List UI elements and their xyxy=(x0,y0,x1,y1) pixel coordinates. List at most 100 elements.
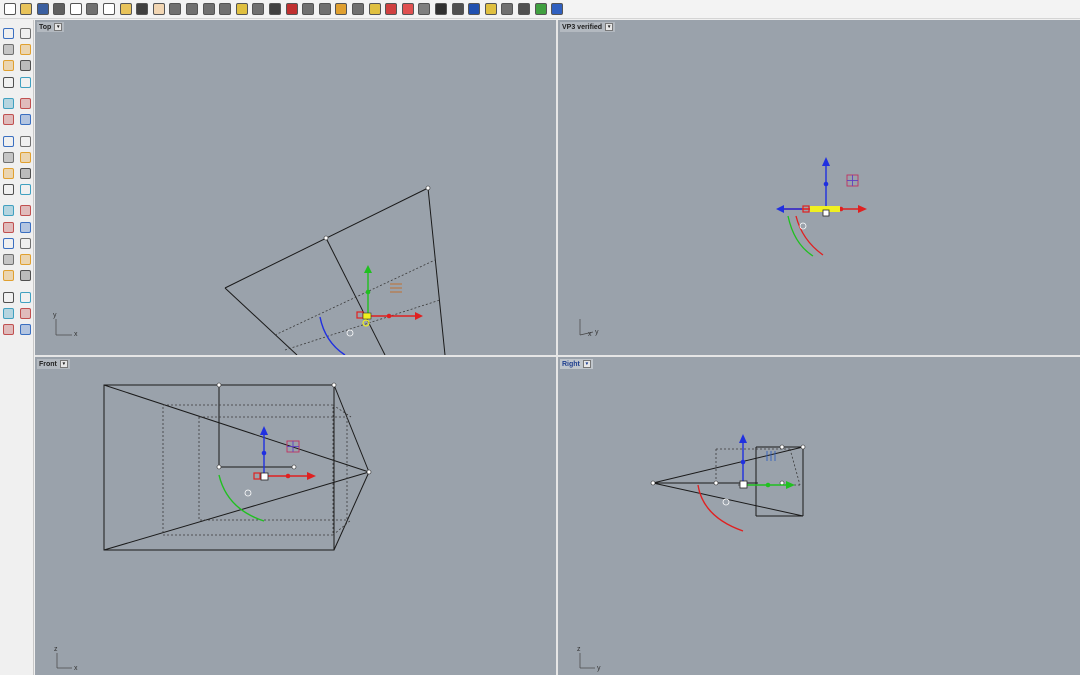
gumball-front xyxy=(253,426,316,481)
settings-button[interactable] xyxy=(500,2,515,17)
split-tool-button[interactable] xyxy=(18,182,33,197)
zoom-extents-button[interactable] xyxy=(218,2,233,17)
viewport-top[interactable]: Top ▾ x y xyxy=(35,20,556,355)
scale-tool-button[interactable] xyxy=(18,236,33,251)
cut-button[interactable] xyxy=(85,2,100,17)
print-button[interactable] xyxy=(52,2,67,17)
sphere-tool-button[interactable] xyxy=(18,134,33,149)
viewport-vp3[interactable]: VP3 verified ▾ x y xyxy=(558,20,1080,355)
pan-button[interactable] xyxy=(151,2,166,17)
open-button[interactable] xyxy=(19,2,34,17)
fillet-tool-button[interactable] xyxy=(18,96,33,111)
boolean-union-icon xyxy=(3,167,14,179)
arc-icon xyxy=(3,76,14,88)
polyline-tool-button[interactable] xyxy=(1,42,16,57)
freeform-tool-button[interactable] xyxy=(1,112,16,127)
shaded-button[interactable] xyxy=(433,2,448,17)
toolbar-separator xyxy=(1,198,33,202)
drafting-tool-button[interactable] xyxy=(18,322,33,337)
rotate-view-button[interactable] xyxy=(168,2,183,17)
mirror-tool-button[interactable] xyxy=(18,252,33,267)
offset-icon xyxy=(20,114,31,126)
copy-button[interactable] xyxy=(102,2,117,17)
undo-button[interactable] xyxy=(135,2,150,17)
box-tool-button[interactable] xyxy=(1,134,16,149)
blend-tool-button[interactable] xyxy=(1,220,16,235)
top-view-canvas: x y xyxy=(53,185,446,355)
open-icon xyxy=(20,3,33,15)
toolbar-separator xyxy=(1,284,33,288)
save-button[interactable] xyxy=(35,2,50,17)
move-tool-button[interactable] xyxy=(1,236,16,251)
axis-label-x: x xyxy=(74,665,78,672)
named-cplane-button[interactable] xyxy=(301,2,316,17)
four-viewports-icon xyxy=(269,3,281,15)
select-tool-button[interactable] xyxy=(1,26,16,41)
explode-tool-button[interactable] xyxy=(18,166,33,181)
grasshopper-button[interactable] xyxy=(516,2,531,17)
zoom-target-button[interactable] xyxy=(251,2,266,17)
layer-button[interactable] xyxy=(384,2,399,17)
hidden-edge xyxy=(274,259,436,336)
zoom-selected-button[interactable] xyxy=(234,2,249,17)
extrude-tool-button[interactable] xyxy=(18,150,33,165)
rectangle-tool-button[interactable] xyxy=(18,75,33,90)
undo-view-icon xyxy=(318,3,331,15)
four-viewports-button[interactable] xyxy=(268,2,283,17)
grid-tool-button[interactable] xyxy=(1,290,16,305)
viewport-splitter-horizontal[interactable] xyxy=(35,355,1080,357)
analyze-tool-button[interactable] xyxy=(1,306,16,321)
array-tool-button[interactable] xyxy=(1,252,16,267)
transform-icon xyxy=(20,291,31,303)
group-tool-button[interactable] xyxy=(1,203,16,218)
curve-tool-button[interactable] xyxy=(18,42,33,57)
solid-tool-button[interactable] xyxy=(1,268,16,283)
join-tool-button[interactable] xyxy=(18,203,33,218)
arc-tool-button[interactable] xyxy=(1,75,16,90)
zoom-selected-icon xyxy=(235,3,248,15)
polygon-tool-button[interactable] xyxy=(1,96,16,111)
dimension-tool-button[interactable] xyxy=(18,268,33,283)
undo-view-button[interactable] xyxy=(317,2,332,17)
render-button[interactable] xyxy=(467,2,482,17)
properties-button[interactable] xyxy=(400,2,415,17)
point-tool-button[interactable] xyxy=(18,26,33,41)
boolean-union-tool-button[interactable] xyxy=(1,166,16,181)
circle-tool-button[interactable] xyxy=(1,58,16,73)
viewport-front[interactable]: Front ▾ x z xyxy=(35,357,556,675)
wireframe-button[interactable] xyxy=(417,2,432,17)
axis-label-y: z xyxy=(54,646,58,653)
viewport-splitter-vertical[interactable] xyxy=(556,20,558,675)
render-tools-icon xyxy=(3,323,14,335)
grasshopper-icon xyxy=(517,3,530,15)
freeform-icon xyxy=(3,114,14,126)
offset-tool-button[interactable] xyxy=(18,112,33,127)
trim-tool-button[interactable] xyxy=(1,182,16,197)
lock-button[interactable] xyxy=(367,2,382,17)
new-button[interactable] xyxy=(2,2,17,17)
rebuild-tool-button[interactable] xyxy=(18,220,33,235)
paste-button[interactable] xyxy=(118,2,133,17)
check-tool-button[interactable] xyxy=(18,306,33,321)
plugin-button[interactable] xyxy=(533,2,548,17)
named-view-button[interactable] xyxy=(284,2,299,17)
properties-icon xyxy=(401,3,414,15)
zoom-window-button[interactable] xyxy=(201,2,216,17)
ellipse-tool-button[interactable] xyxy=(18,58,33,73)
select-all-button[interactable] xyxy=(334,2,349,17)
hide-button[interactable] xyxy=(350,2,365,17)
cylinder-tool-button[interactable] xyxy=(1,150,16,165)
zoom-button[interactable] xyxy=(185,2,200,17)
rotate-view-icon xyxy=(169,3,182,15)
shaded-icon xyxy=(434,3,447,15)
help-button[interactable] xyxy=(550,2,565,17)
transform-tool-button[interactable] xyxy=(18,290,33,305)
light-icon xyxy=(484,3,497,15)
light-button[interactable] xyxy=(483,2,498,17)
hidden-edge xyxy=(284,299,441,351)
render-tools-tool-button[interactable] xyxy=(1,322,16,337)
save-icon xyxy=(36,3,49,15)
viewport-right[interactable]: Right ▾ y z xyxy=(558,357,1080,675)
import-button[interactable] xyxy=(68,2,83,17)
rendered-button[interactable] xyxy=(450,2,465,17)
